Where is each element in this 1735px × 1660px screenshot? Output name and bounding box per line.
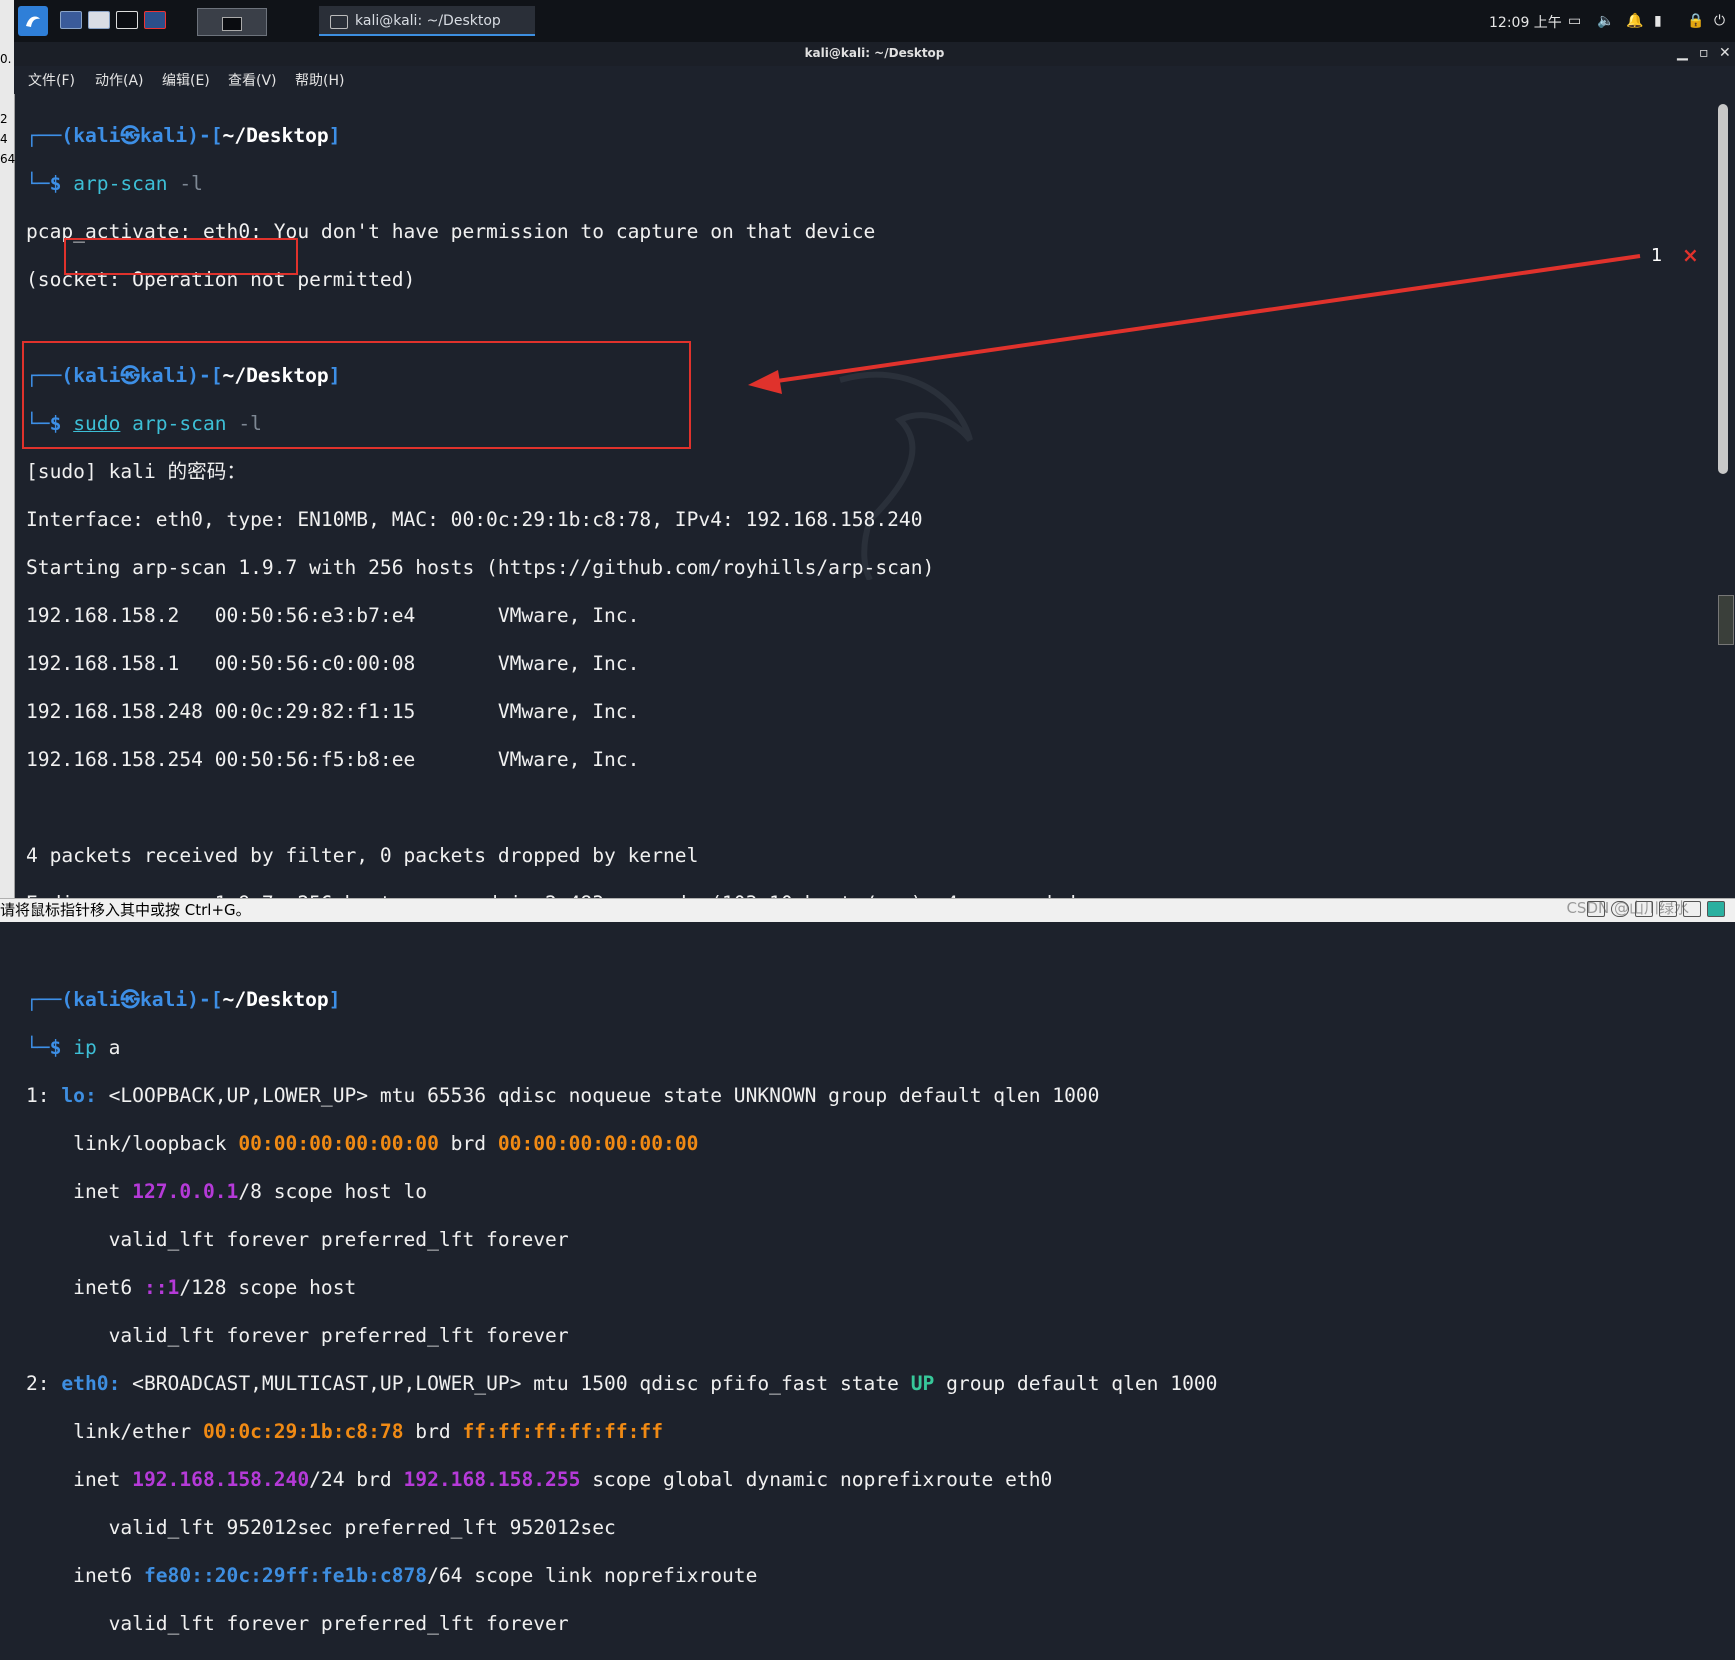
host-status-bar: 请将鼠标指针移入其中或按 Ctrl+G。 CSDN @山川绿水	[0, 898, 1735, 922]
prompt-host: kali	[139, 988, 188, 1011]
display-icon[interactable]	[1683, 901, 1701, 917]
ip-address: ::1	[143, 1276, 180, 1299]
ipa-line: 1: lo: <LOOPBACK,UP,LOWER_UP> mtu 65536 …	[26, 1084, 1100, 1107]
usb-icon[interactable]	[1635, 901, 1653, 917]
interface-name: eth0:	[61, 1372, 121, 1395]
ipa-line: valid_lft forever preferred_lft forever	[26, 1228, 569, 1251]
annotation-counter: 1	[1651, 245, 1663, 266]
ipa-line: inet 192.168.158.240/24 brd 192.168.158.…	[26, 1468, 1053, 1491]
ipa-line: valid_lft forever preferred_lft forever	[26, 1324, 569, 1347]
host-tray	[1587, 901, 1725, 917]
side-panel-handle[interactable]	[1718, 595, 1734, 645]
ipa-line: inet6 ::1/128 scope host	[26, 1276, 357, 1299]
mac-address: 00:0c:29:1b:c8:78	[202, 1420, 404, 1443]
cd-drive-icon[interactable]	[1611, 901, 1629, 917]
mac-address: 00:00:00:00:00:00	[497, 1132, 699, 1155]
ipa-line: valid_lft 952012sec preferred_lft 952012…	[26, 1516, 616, 1539]
vm-tools-icon[interactable]	[1707, 901, 1725, 917]
annotation-arrow	[748, 254, 1641, 394]
interface-name: lo:	[61, 1084, 97, 1107]
command-arg: a	[108, 1036, 121, 1059]
host-status-message: 请将鼠标指针移入其中或按 Ctrl+G。	[0, 901, 251, 919]
ipa-line: link/loopback 00:00:00:00:00:00 brd 00:0…	[26, 1132, 699, 1155]
ipa-line: 2: eth0: <BROADCAST,MULTICAST,UP,LOWER_U…	[26, 1372, 1218, 1395]
command-text: ip	[73, 1036, 97, 1059]
annotation-close-icon[interactable]: ×	[1682, 243, 1699, 267]
state-up: UP	[910, 1372, 935, 1395]
mac-address: ff:ff:ff:ff:ff:ff	[462, 1420, 664, 1443]
ipa-line: inet 127.0.0.1/8 scope host lo	[26, 1180, 428, 1203]
ip-address: 192.168.158.255	[403, 1468, 581, 1491]
sound-icon[interactable]	[1659, 901, 1677, 917]
prompt-line: ┌──(kali㉿kali)-[~/Desktop]	[26, 988, 341, 1011]
terminal-scrollbar[interactable]	[1718, 104, 1728, 474]
ip-address: 127.0.0.1	[132, 1180, 239, 1203]
ip-address: fe80::20c:29ff:fe1b:c878	[143, 1564, 428, 1587]
ipa-line: inet6 fe80::20c:29ff:fe1b:c878/64 scope …	[26, 1564, 758, 1587]
ipa-line: valid_lft forever preferred_lft forever	[26, 1612, 569, 1635]
network-adapter-icon[interactable]	[1587, 901, 1605, 917]
prompt-user: kali	[73, 988, 121, 1011]
ipa-line: link/ether 00:0c:29:1b:c8:78 brd ff:ff:f…	[26, 1420, 664, 1443]
command-line: └─$ ip a	[26, 1036, 121, 1059]
mac-address: 00:00:00:00:00:00	[238, 1132, 439, 1155]
ip-address: 192.168.158.240	[132, 1468, 310, 1491]
prompt-at: ㉿	[120, 988, 140, 1011]
prompt-dir: ~/Desktop	[222, 988, 329, 1011]
